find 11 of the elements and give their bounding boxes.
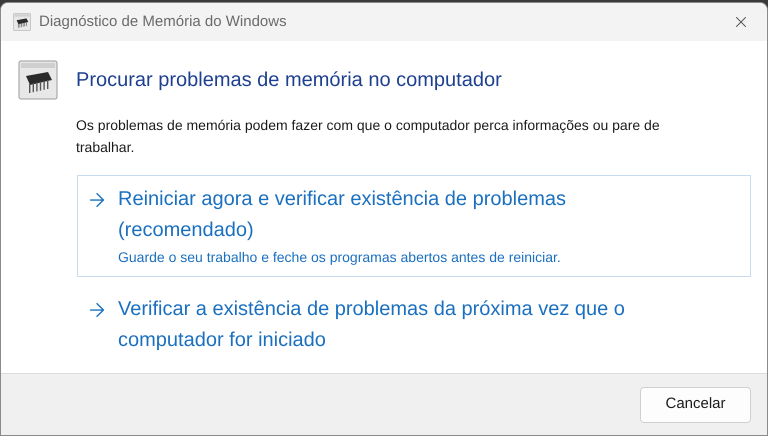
option-note: Guarde o seu trabalho e feche os programas abertos antes de reiniciar.: [118, 248, 562, 267]
command-link[interactable]: Verificar a existência de problemas da próxima vez que o computador for iniciado: [77, 285, 751, 365]
cancel-button[interactable]: Cancelar: [640, 386, 751, 422]
memory-chip-icon: [18, 60, 58, 100]
command-link[interactable]: Reiniciar agora e verificar existência de problemas (recomendado) Guarde o seu trabalho e feche os programas abertos antes de reiniciar.: [77, 175, 751, 277]
option-label: Reiniciar agora e verificar existência de problemas (recomendado): [118, 187, 567, 243]
dialog-heading: Procurar problemas de memória no computador: [76, 68, 502, 93]
option-label: Verificar a existência de problemas da próxima vez que o computador for iniciado: [118, 297, 626, 353]
memory-chip-icon: [13, 13, 31, 31]
description-text: Os problemas de memória podem fazer com que o computador perca informações ou pare de trabalhar.: [76, 116, 661, 157]
window-title: Diagnóstico de Memória do Windows: [39, 12, 288, 32]
